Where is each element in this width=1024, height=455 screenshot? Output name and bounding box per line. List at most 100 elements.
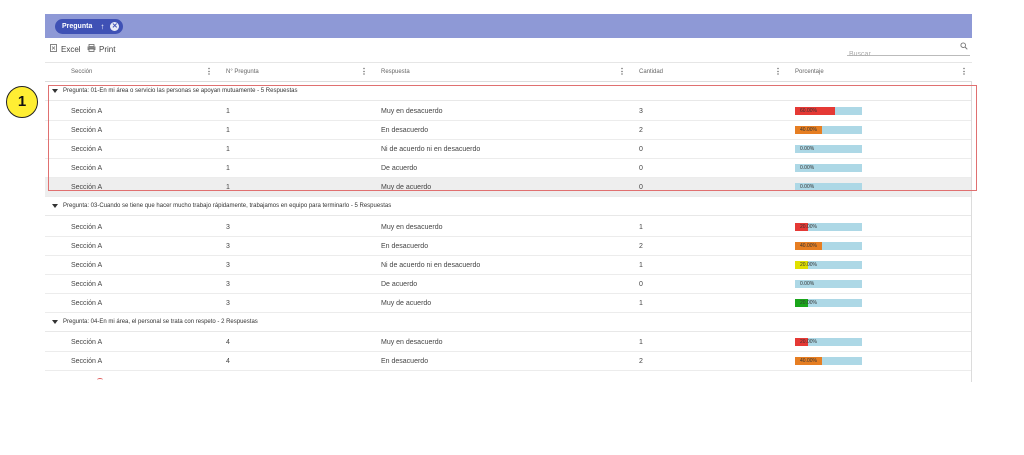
column-menu-icon[interactable]: ⋮ [205, 68, 213, 76]
group-title: Pregunta: 01-En mi área o servicio las p… [63, 88, 298, 94]
group-chip-label: Pregunta [62, 23, 93, 30]
cell-respuesta: Muy en desacuerdo [381, 224, 443, 231]
percentage-bar: 0.00% [795, 145, 862, 153]
cell-cantidad: 3 [639, 108, 643, 115]
cell-respuesta: De acuerdo [381, 165, 418, 172]
excel-export-button[interactable]: Excel [50, 44, 81, 54]
remove-group-icon[interactable]: ✕ [110, 22, 120, 31]
table-row[interactable]: Sección A 1 Ni de acuerdo ni en desacuer… [45, 140, 972, 159]
column-menu-icon[interactable]: ⋮ [960, 68, 968, 76]
cell-numero: 1 [226, 108, 230, 115]
percentage-label: 20.00% [800, 300, 817, 306]
cell-seccion: Sección A [71, 243, 103, 250]
percentage-bar: 0.00% [795, 164, 862, 172]
column-header-cantidad[interactable]: Cantidad [639, 69, 663, 75]
column-header-respuesta[interactable]: Respuesta [381, 69, 410, 75]
search-input[interactable] [847, 51, 952, 58]
cell-cantidad: 2 [639, 243, 643, 250]
percentage-bar: 60.00% [795, 107, 862, 115]
cell-seccion: Sección A [71, 339, 103, 346]
percentage-label: 0.00% [800, 165, 815, 171]
excel-file-icon [50, 44, 58, 54]
group-row[interactable]: Pregunta: 04-En mi área, el personal se … [45, 314, 972, 332]
cell-numero: 3 [226, 243, 230, 250]
column-header-seccion[interactable]: Sección [71, 69, 92, 75]
group-title: Pregunta: 03-Cuando se tiene que hacer m… [63, 203, 392, 209]
cell-numero: 1 [226, 165, 230, 172]
cell-respuesta: Ni de acuerdo ni en desacuerdo [381, 262, 481, 269]
cell-respuesta: En desacuerdo [381, 243, 429, 250]
table-row[interactable]: Sección A 3 Muy en desacuerdo 1 20.00% [45, 218, 972, 237]
percentage-bar: 20.00% [795, 261, 862, 269]
group-row[interactable]: Pregunta: 03-Cuando se tiene que hacer m… [45, 198, 972, 216]
percentage-label: 40.00% [800, 127, 817, 133]
table-row[interactable]: Sección A 3 De acuerdo 0 0.00% [45, 275, 972, 294]
table-row[interactable]: Sección A 4 Muy en desacuerdo 1 20.00% [45, 333, 972, 352]
table-row[interactable]: Sección A 3 Ni de acuerdo ni en desacuer… [45, 256, 972, 275]
column-menu-icon[interactable]: ⋮ [774, 68, 782, 76]
annotation-badge: 1 [6, 86, 38, 118]
cell-numero: 3 [226, 224, 230, 231]
cell-seccion: Sección A [71, 184, 103, 191]
grid-right-border [971, 82, 972, 382]
cell-respuesta: Muy de acuerdo [381, 300, 432, 307]
group-chip-pregunta[interactable]: Pregunta ↑ ✕ [55, 19, 124, 34]
table-row[interactable]: Sección A 3 En desacuerdo 2 40.00% [45, 237, 972, 256]
cell-cantidad: 1 [639, 224, 643, 231]
column-menu-icon[interactable]: ⋮ [618, 68, 626, 76]
percentage-label: 60.00% [800, 108, 817, 114]
cell-cantidad: 1 [639, 339, 643, 346]
percentage-bar: 0.00% [795, 183, 862, 191]
search-icon[interactable] [960, 42, 968, 52]
percentage-label: 0.00% [800, 281, 815, 287]
print-label: Print [99, 44, 116, 54]
print-button[interactable]: Print [87, 44, 115, 54]
percentage-label: 20.00% [800, 339, 817, 345]
percentage-bar: 0.00% [795, 280, 862, 288]
percentage-label: 20.00% [800, 224, 817, 230]
group-by-bar: Pregunta ↑ ✕ [45, 14, 972, 38]
column-menu-icon[interactable]: ⋮ [360, 68, 368, 76]
cell-respuesta: De acuerdo [381, 281, 418, 288]
table-row[interactable]: Sección A 3 Muy de acuerdo 1 20.00% [45, 294, 972, 313]
collapse-arrow-icon[interactable] [52, 204, 58, 208]
search-box [847, 42, 970, 58]
table-row[interactable]: Sección A 4 En desacuerdo 2 40.00% [45, 352, 972, 371]
cell-seccion: Sección A [71, 127, 103, 134]
column-header-numero[interactable]: N° Pregunta [226, 69, 259, 75]
cell-numero: 1 [226, 184, 230, 191]
table-row[interactable]: Sección A 1 De acuerdo 0 0.00% [45, 159, 972, 178]
cell-numero: 3 [226, 281, 230, 288]
group-row[interactable]: Pregunta: 01-En mi área o servicio las p… [45, 83, 972, 101]
table-row[interactable]: Sección A 1 Muy en desacuerdo 3 60.00% [45, 102, 972, 121]
cell-numero: 3 [226, 262, 230, 269]
table-row-hovered[interactable]: Sección A 1 Muy de acuerdo 0 0.00% [45, 178, 972, 197]
cell-respuesta: Muy en desacuerdo [381, 339, 443, 346]
collapse-arrow-icon[interactable] [52, 89, 58, 93]
column-header-porcentaje[interactable]: Porcentaje [795, 69, 824, 75]
cell-numero: 4 [226, 358, 230, 365]
grid-header: Sección ⋮ N° Pregunta ⋮ Respuesta ⋮ Cant… [45, 62, 972, 82]
cell-cantidad: 2 [639, 127, 643, 134]
cell-seccion: Sección A [71, 224, 103, 231]
cell-cantidad: 2 [639, 358, 643, 365]
cell-numero: 4 [226, 339, 230, 346]
partial-indicator [97, 378, 103, 382]
cell-cantidad: 0 [639, 146, 643, 153]
printer-icon [87, 44, 96, 54]
cell-respuesta: Muy de acuerdo [381, 184, 432, 191]
sort-ascending-icon[interactable]: ↑ [100, 22, 104, 31]
cell-cantidad: 0 [639, 165, 643, 172]
cell-numero: 1 [226, 127, 230, 134]
cell-seccion: Sección A [71, 281, 103, 288]
cell-respuesta: Muy en desacuerdo [381, 108, 443, 115]
percentage-bar: 20.00% [795, 299, 862, 307]
grid-toolbar: Excel Print [45, 40, 972, 60]
cell-numero: 1 [226, 146, 230, 153]
cell-cantidad: 1 [639, 262, 643, 269]
cell-cantidad: 1 [639, 300, 643, 307]
table-row[interactable]: Sección A 1 En desacuerdo 2 40.00% [45, 121, 972, 140]
collapse-arrow-icon[interactable] [52, 320, 58, 324]
percentage-label: 40.00% [800, 243, 817, 249]
percentage-label: 20.00% [800, 262, 817, 268]
